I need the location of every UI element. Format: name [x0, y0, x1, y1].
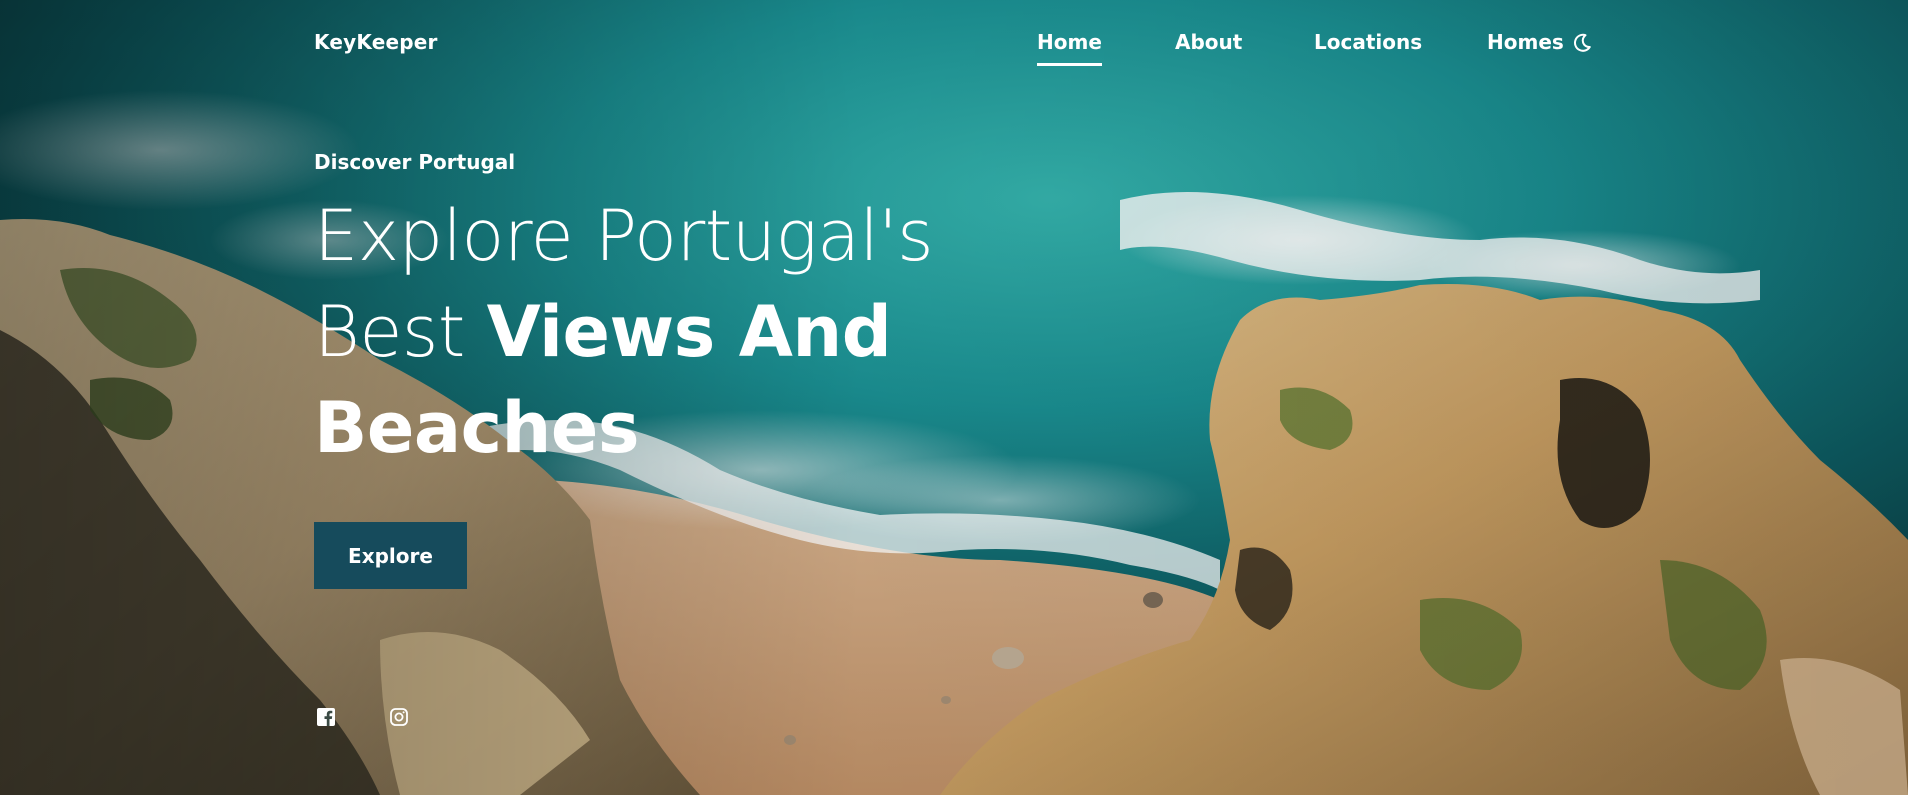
facebook-icon[interactable]	[316, 707, 336, 727]
explore-button[interactable]: Explore	[314, 522, 467, 589]
nav-link-homes[interactable]: Homes	[1487, 30, 1564, 54]
hero-section: KeyKeeper Home About Locations Homes Dis…	[0, 0, 1908, 795]
brand-logo-link[interactable]: KeyKeeper	[314, 30, 438, 54]
instagram-icon[interactable]	[389, 707, 409, 727]
top-navigation: KeyKeeper Home About Locations Homes	[0, 0, 1908, 90]
hero-title-line-1: Explore Portugal's	[314, 195, 934, 277]
nav-link-locations[interactable]: Locations	[1314, 30, 1422, 54]
nav-link-home[interactable]: Home	[1037, 30, 1102, 66]
moon-icon[interactable]	[1571, 32, 1593, 54]
hero-title-line-3-bold: Beaches	[314, 387, 640, 469]
nav-link-about[interactable]: About	[1175, 30, 1242, 54]
hero-subtitle: Discover Portugal	[314, 150, 516, 174]
hero-title-line-2-light: Best	[314, 291, 465, 373]
hero-title: Explore Portugal's Best Views And Beache…	[314, 188, 1094, 476]
hero-title-line-2-bold: Views And	[486, 291, 892, 373]
